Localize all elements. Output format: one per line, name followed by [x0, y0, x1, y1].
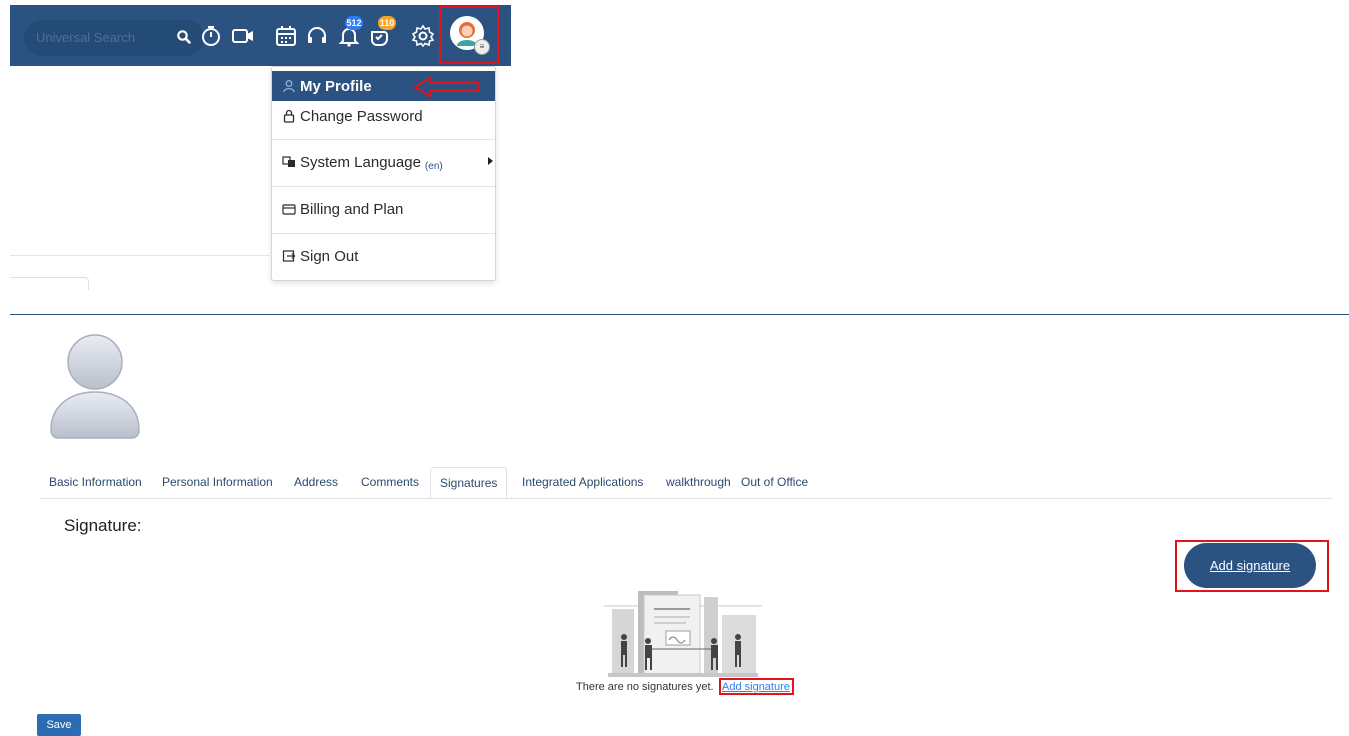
- menu-item-label: Change Password: [300, 107, 423, 125]
- empty-signatures-illustration: [604, 591, 762, 677]
- avatar-highlight: [439, 6, 499, 64]
- lock-icon: [283, 109, 295, 123]
- tab-comments[interactable]: Comments: [352, 467, 428, 498]
- tab-signatures[interactable]: Signatures: [430, 467, 508, 498]
- notification-badge: 512: [345, 16, 363, 30]
- add-signature-link-highlight: [719, 678, 794, 695]
- calendar-icon[interactable]: [274, 24, 298, 48]
- tab-personal-information[interactable]: Personal Information: [153, 467, 282, 498]
- search-input[interactable]: Universal Search: [36, 30, 135, 45]
- top-header-bar: Universal Search 512 110 ≡: [10, 5, 511, 66]
- headset-icon[interactable]: [305, 24, 329, 48]
- empty-state-message: There are no signatures yet.: [576, 681, 714, 693]
- language-icon: [282, 156, 295, 167]
- tab-basic-information[interactable]: Basic Information: [40, 467, 151, 498]
- menu-separator: [272, 139, 495, 140]
- background-tab: [10, 277, 89, 290]
- save-button[interactable]: Save: [37, 714, 81, 736]
- tab-walkthrough[interactable]: walkthrough: [657, 467, 740, 498]
- universal-search[interactable]: Universal Search: [24, 20, 204, 56]
- menu-item-system-language[interactable]: System Language (en): [272, 147, 495, 177]
- menu-item-label: Sign Out: [300, 247, 359, 265]
- arrow-left-icon: [413, 76, 479, 98]
- tab-integrated-applications[interactable]: Integrated Applications: [513, 467, 652, 498]
- video-camera-icon[interactable]: [231, 24, 255, 48]
- menu-item-label: Billing and Plan: [300, 200, 404, 218]
- menu-separator: [272, 186, 495, 187]
- user-icon: [283, 80, 295, 93]
- menu-item-label: System Language: [300, 153, 421, 171]
- menu-separator: [272, 233, 495, 234]
- tab-out-of-office[interactable]: Out of Office: [732, 467, 817, 498]
- gear-icon[interactable]: [411, 24, 435, 48]
- caret-right-icon: [488, 157, 493, 165]
- profile-avatar-icon[interactable]: [47, 330, 143, 440]
- profile-tabs: Basic Information Personal Information A…: [40, 467, 1332, 499]
- language-code: (en): [424, 160, 443, 172]
- sign-out-icon: [282, 250, 296, 262]
- divider: [10, 255, 272, 256]
- menu-item-billing[interactable]: Billing and Plan: [272, 194, 495, 224]
- menu-item-label: My Profile: [300, 77, 372, 95]
- timer-icon[interactable]: [199, 24, 223, 48]
- tasks-badge: 110: [378, 16, 396, 30]
- search-icon[interactable]: [176, 29, 192, 45]
- card-icon: [282, 204, 296, 215]
- menu-item-sign-out[interactable]: Sign Out: [272, 241, 495, 271]
- menu-item-change-password[interactable]: Change Password: [272, 101, 495, 131]
- section-divider: [10, 314, 1349, 315]
- signature-heading: Signature:: [64, 516, 142, 535]
- add-signature-highlight: [1175, 540, 1329, 592]
- tab-address[interactable]: Address: [285, 467, 347, 498]
